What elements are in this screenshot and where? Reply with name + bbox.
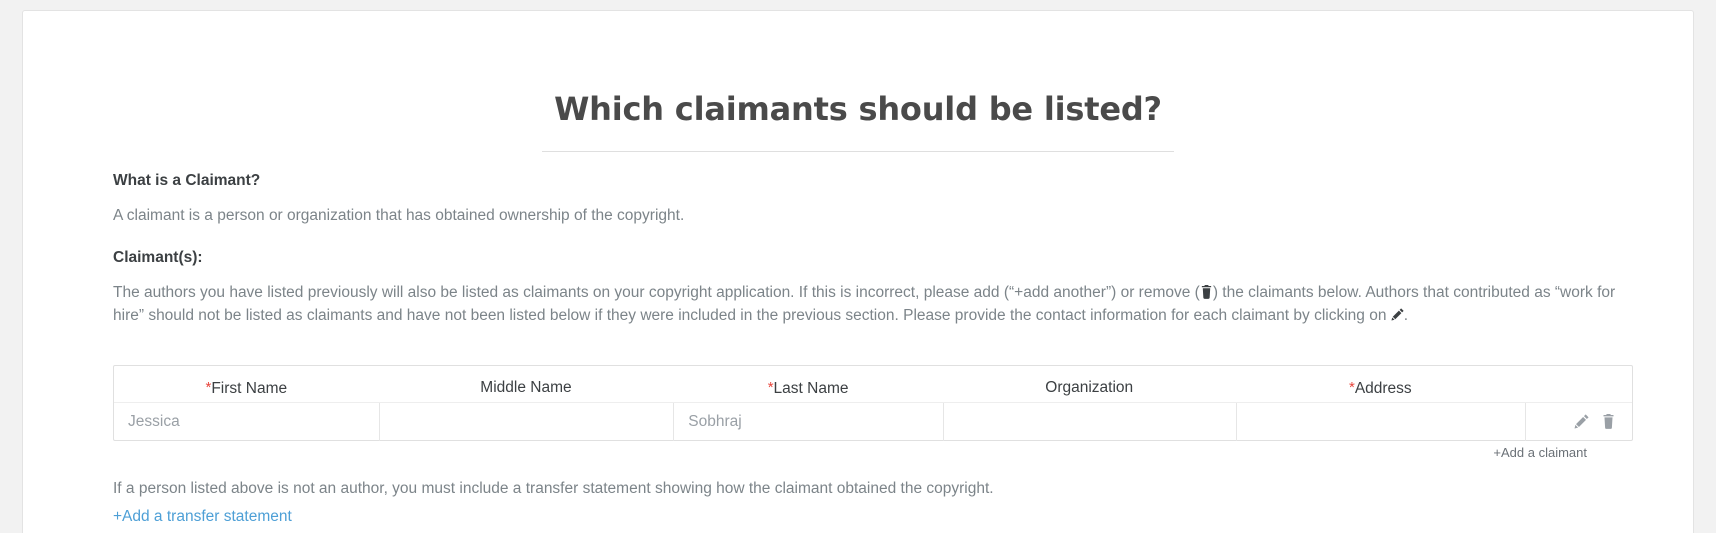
instructions-text-part3: . [1403, 306, 1409, 324]
page-card: Which claimants should be listed? What i… [22, 10, 1694, 533]
claimants-table: *First Name Middle Name *Last Name Organ… [113, 365, 1633, 441]
column-header-address-label: Address [1354, 379, 1412, 397]
column-header-middle-name: Middle Name [379, 371, 674, 397]
cell-first-name[interactable]: Jessica [114, 403, 379, 441]
table-row[interactable]: Jessica Sobhraj [114, 402, 1632, 441]
edit-claimant-pencil-icon[interactable] [1574, 414, 1589, 429]
transfer-statement-section: If a person listed above is not an autho… [113, 478, 1613, 526]
column-header-organization-label: Organization [1045, 379, 1134, 396]
column-header-organization: Organization [943, 371, 1236, 397]
cell-last-name[interactable]: Sobhraj [673, 402, 943, 441]
add-transfer-statement-link[interactable]: +Add a transfer statement [113, 508, 292, 525]
page-title: Which claimants should be listed? [542, 90, 1174, 152]
transfer-statement-note: If a person listed above is not an autho… [113, 480, 994, 497]
claimants-heading: Claimant(s): [113, 248, 203, 266]
column-header-last-name: *Last Name [673, 371, 943, 398]
add-claimant-link[interactable]: +Add a claimant [1493, 445, 1587, 460]
what-is-claimant-heading: What is a Claimant? [113, 172, 261, 189]
cell-organization[interactable] [942, 402, 1236, 441]
table-header-row: *First Name Middle Name *Last Name Organ… [114, 366, 1632, 402]
trash-icon [1200, 284, 1213, 299]
cell-address[interactable] [1235, 402, 1526, 441]
cell-middle-name[interactable] [378, 402, 674, 441]
column-header-address: *Address [1236, 371, 1526, 398]
column-header-first-name: *First Name [114, 371, 379, 398]
claimant-instructions: The authors you have listed previously w… [113, 282, 1633, 328]
column-header-first-name-label: First Name [211, 379, 288, 397]
what-is-claimant-text: A claimant is a person or organization t… [113, 207, 685, 225]
instructions-section: What is a Claimant? A claimant is a pers… [113, 171, 1633, 328]
pencil-icon [1391, 308, 1404, 322]
column-header-actions [1525, 380, 1632, 388]
delete-claimant-trash-icon[interactable] [1601, 414, 1616, 429]
page-title-container: Which claimants should be listed? [23, 69, 1693, 173]
page-content: Which claimants should be listed? What i… [23, 11, 1693, 533]
column-header-middle-name-label: Middle Name [480, 379, 572, 396]
instructions-text-part1: The authors you have listed previously w… [113, 283, 1200, 301]
column-header-last-name-label: Last Name [773, 379, 849, 397]
app-screen: Which claimants should be listed? What i… [0, 0, 1716, 533]
row-action-buttons [1525, 402, 1632, 441]
